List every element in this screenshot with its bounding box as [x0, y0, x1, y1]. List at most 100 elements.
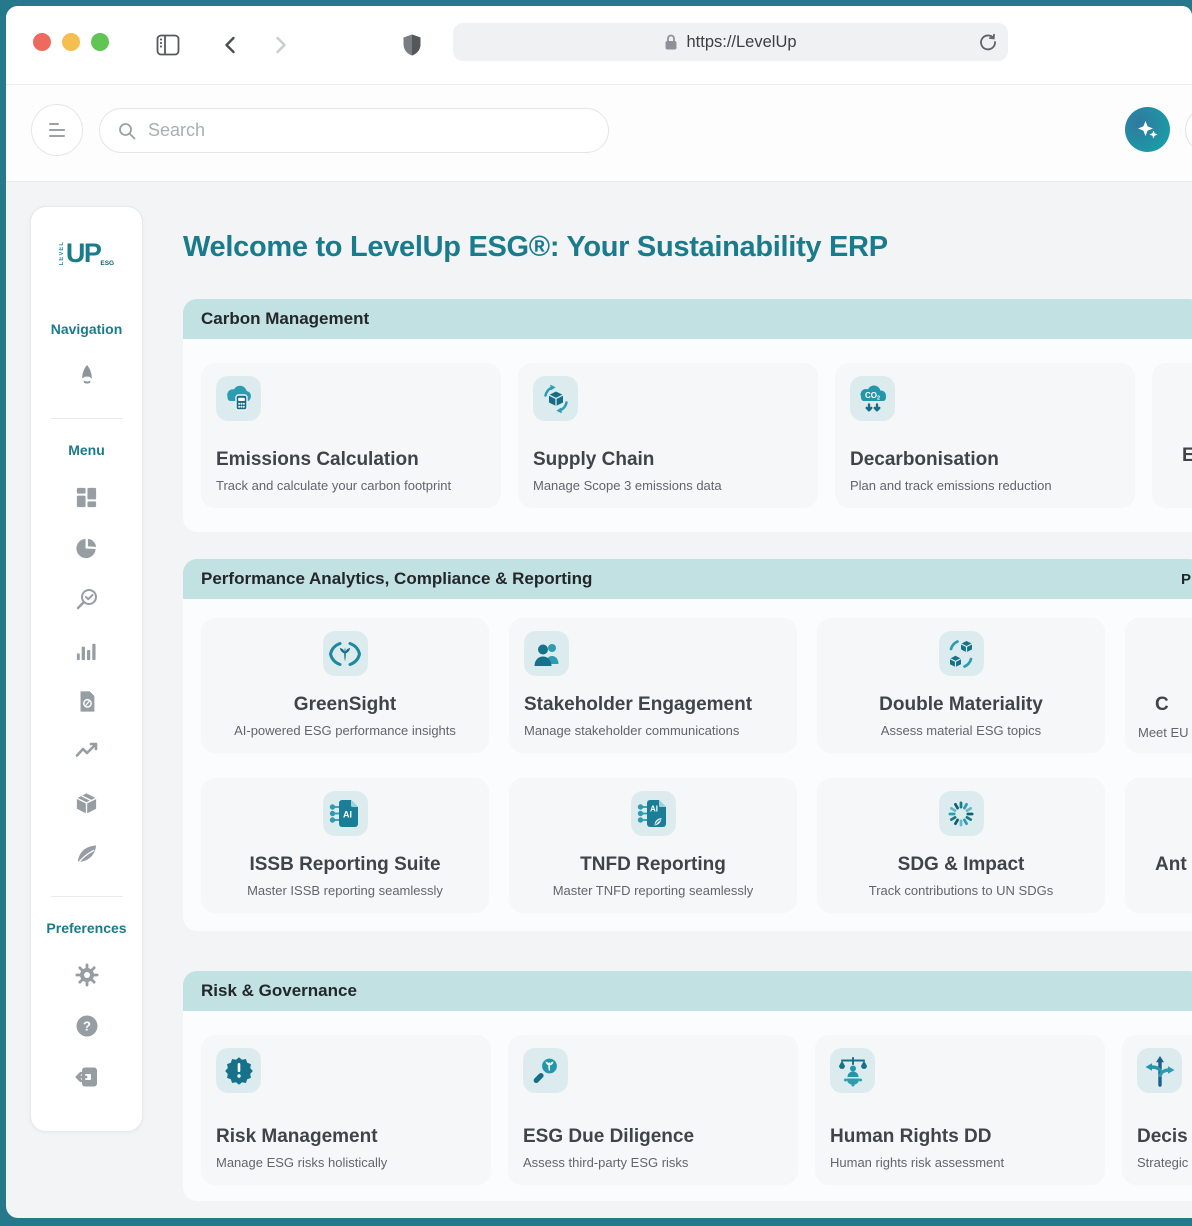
app-header — [6, 85, 1192, 182]
module-desc: Assess material ESG topics — [881, 723, 1041, 738]
module-icon-tile — [216, 376, 261, 421]
module-title: ESG Due Diligence — [523, 1126, 783, 1148]
module-card-esg-due-diligence[interactable]: ESG Due Diligence Assess third-party ESG … — [508, 1035, 798, 1185]
scales-icon — [836, 1055, 870, 1087]
sidebar-item-pie-chart[interactable] — [31, 533, 142, 563]
section-title: Performance Analytics, Compliance & Repo… — [201, 569, 592, 589]
levelup-logo: LEVEL UP ESG — [59, 233, 114, 273]
doc-badge-icon — [75, 689, 99, 714]
ai-assistant-button[interactable] — [1125, 107, 1170, 152]
page-title: Welcome to LevelUp ESG®: Your Sustainabi… — [183, 231, 1192, 264]
logout-icon — [74, 1064, 100, 1090]
module-card-stakeholder-engagement[interactable]: Stakeholder EngagementManage stakeholder… — [509, 618, 797, 753]
module-title: TNFD Reporting — [580, 854, 726, 876]
reload-icon[interactable] — [978, 32, 998, 52]
sidebar-item-dashboard[interactable] — [31, 482, 142, 512]
module-card-decis[interactable]: Decis Strategic — [1122, 1035, 1192, 1185]
browser-chrome: https://LevelUp — [6, 6, 1192, 85]
window-controls — [33, 33, 109, 51]
bar-chart-icon — [74, 638, 99, 663]
sparkles-icon — [1135, 117, 1161, 143]
alert-badge-icon — [223, 1055, 255, 1087]
help-icon: ? — [74, 1013, 100, 1039]
module-desc: Manage ESG risks holistically — [216, 1155, 476, 1170]
module-title: Ant — [1155, 854, 1187, 876]
module-title: Decarbonisation — [850, 449, 1120, 471]
module-card-e[interactable]: E — [1152, 363, 1192, 508]
sidebar-divider — [51, 418, 123, 419]
sidebar-divider — [51, 896, 123, 897]
sidebar-item-doc-badge[interactable] — [31, 686, 142, 716]
shield-icon[interactable] — [402, 33, 422, 57]
cloud-calculator-icon — [223, 383, 255, 415]
sidebar-toggle-icon[interactable] — [156, 34, 180, 56]
section-body: Risk Management Manage ESG risks holistic… — [183, 1011, 1192, 1201]
card-row: GreenSightAI-powered ESG performance ins… — [201, 618, 1185, 753]
profile-button-partial[interactable] — [1185, 107, 1192, 153]
section-header: Carbon Management — [183, 299, 1192, 339]
search-check-icon — [74, 586, 100, 612]
module-title: Risk Management — [216, 1126, 476, 1148]
section-header: Risk & Governance — [183, 971, 1192, 1011]
eye-leaf-icon — [328, 639, 362, 669]
hamburger-menu-button[interactable] — [31, 104, 83, 156]
sidebar-item-bar-chart[interactable] — [31, 635, 142, 665]
module-desc: Strategic — [1137, 1155, 1192, 1170]
sidebar-item-leaf[interactable] — [31, 839, 142, 869]
forward-button[interactable] — [269, 34, 291, 56]
module-title: SDG & Impact — [898, 854, 1025, 876]
people-icon — [531, 638, 563, 670]
sdg-wheel-icon — [945, 798, 977, 830]
module-card-human-rights-dd[interactable]: Human Rights DDHuman rights risk assessm… — [815, 1035, 1105, 1185]
module-icon-tile — [323, 631, 368, 676]
sidebar-section-label-preferences: Preferences — [46, 920, 126, 936]
module-icon-tile: CO2 — [850, 376, 895, 421]
module-icon-tile — [1137, 1048, 1182, 1093]
module-card-sdg-impact[interactable]: SDG & Impact Track contributions to UN SD… — [817, 778, 1105, 913]
module-card-decarbonisation[interactable]: CO2DecarbonisationPlan and track emissio… — [835, 363, 1135, 508]
close-window-button[interactable] — [33, 33, 51, 51]
minimize-window-button[interactable] — [62, 33, 80, 51]
lock-icon — [664, 33, 678, 51]
module-card-emissions-calculation[interactable]: Emissions CalculationTrack and calculate… — [201, 363, 501, 508]
section-header: Performance Analytics, Compliance & Repo… — [183, 559, 1192, 599]
content-area: LEVEL UP ESG NavigationMenuPreferences? … — [6, 182, 1192, 1218]
module-card-ant[interactable]: Ant — [1125, 778, 1192, 913]
back-button[interactable] — [220, 34, 242, 56]
module-title: ISSB Reporting Suite — [249, 854, 440, 876]
module-title: Stakeholder Engagement — [524, 694, 782, 716]
sidebar-item-trend[interactable] — [31, 737, 142, 767]
sidebar-item-logout[interactable] — [31, 1062, 142, 1092]
sidebar-item-gear[interactable] — [31, 960, 142, 990]
module-icon-tile: AI — [323, 791, 368, 836]
module-card-double-materiality[interactable]: Double MaterialityAssess material ESG to… — [817, 618, 1105, 753]
section-body: GreenSightAI-powered ESG performance ins… — [183, 599, 1192, 931]
browser-window: https://LevelUp LEVEL UP — [6, 6, 1192, 1218]
ai-doc-icon: AI — [328, 798, 362, 830]
magnifier-leaf-icon — [530, 1055, 562, 1087]
section-carbon-management: Carbon Management Emissions CalculationTr… — [183, 299, 1192, 532]
module-desc: Meet EU — [1138, 725, 1189, 740]
module-title: GreenSight — [294, 694, 396, 716]
section-risk-governance: Risk & Governance Risk Management Manage E… — [183, 971, 1192, 1201]
sidebar-item-rocket[interactable] — [31, 361, 142, 391]
module-title: Decis — [1137, 1126, 1192, 1148]
module-desc: Track contributions to UN SDGs — [869, 883, 1053, 898]
module-desc: Assess third-party ESG risks — [523, 1155, 783, 1170]
sidebar-item-help[interactable]: ? — [31, 1011, 142, 1041]
sidebar-item-search-check[interactable] — [31, 584, 142, 614]
module-card-issb-reporting-suite[interactable]: AI ISSB Reporting Suite Master ISSB report… — [201, 778, 489, 913]
module-card-supply-chain[interactable]: Supply ChainManage Scope 3 emissions dat… — [518, 363, 818, 508]
module-card-tnfd-reporting[interactable]: AITNFD ReportingMaster TNFD reporting se… — [509, 778, 797, 913]
module-icon-tile — [830, 1048, 875, 1093]
module-card-risk-management[interactable]: Risk Management Manage ESG risks holistic… — [201, 1035, 491, 1185]
address-bar[interactable]: https://LevelUp — [453, 23, 1008, 61]
module-desc: Master ISSB reporting seamlessly — [247, 883, 443, 898]
module-card-greensight[interactable]: GreenSightAI-powered ESG performance ins… — [201, 618, 489, 753]
maximize-window-button[interactable] — [91, 33, 109, 51]
module-card-c[interactable]: CMeet EU — [1125, 618, 1192, 753]
search-input[interactable] — [148, 120, 591, 141]
module-desc: Master TNFD reporting seamlessly — [553, 883, 754, 898]
sidebar-item-package[interactable] — [31, 788, 142, 818]
module-title: Human Rights DD — [830, 1126, 1090, 1148]
